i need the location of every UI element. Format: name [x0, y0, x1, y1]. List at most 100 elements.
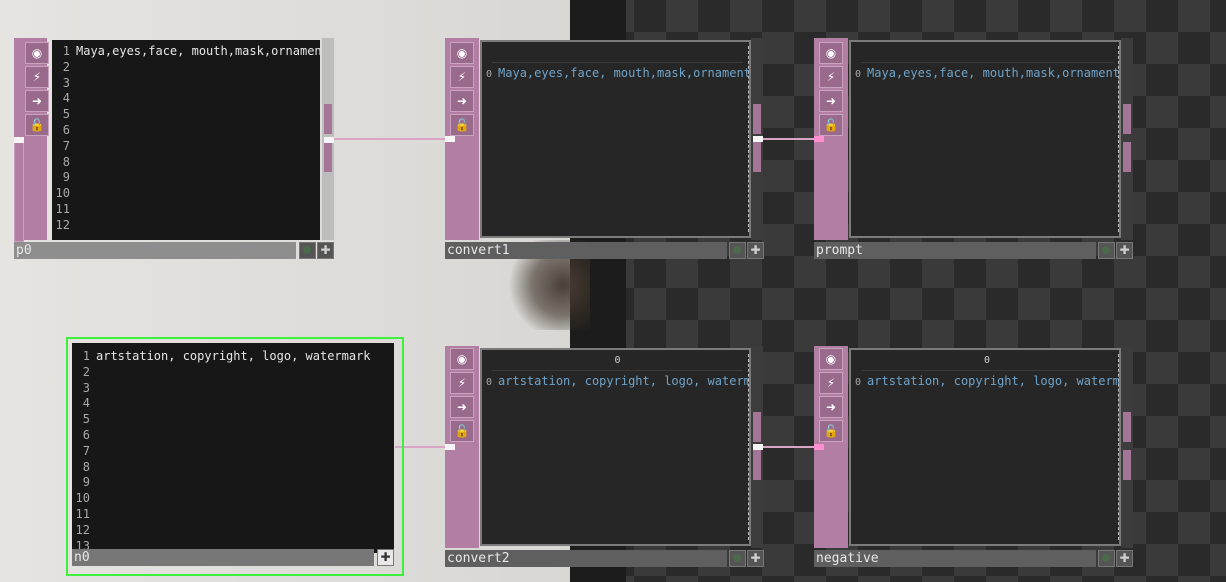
scrollbar-thumb[interactable] [1123, 104, 1131, 134]
text-line[interactable]: 12 [72, 523, 394, 539]
scrollbar-thumb[interactable] [1123, 450, 1131, 480]
scrollbar-thumb[interactable] [753, 104, 761, 134]
node-p0[interactable]: ◉ ⚡ ➜ 🔓 1 Maya,eyes,face, mouth,mask,orna… [14, 38, 334, 260]
node-name-label[interactable]: negative [814, 550, 1096, 567]
viewer-toggle-icon[interactable] [299, 242, 316, 259]
lock-icon[interactable]: 🔓 [25, 114, 49, 136]
node-name-label[interactable]: convert1 [445, 242, 727, 259]
text-line[interactable]: 3 [72, 381, 394, 397]
node-name-label[interactable]: p0 [14, 242, 296, 259]
table-viewer[interactable]: 0 Maya,eyes,face, mouth,mask,ornament [480, 40, 751, 238]
viewer-toggle-icon[interactable] [729, 550, 746, 567]
text-line[interactable]: 8 [52, 155, 320, 171]
node-n0[interactable]: 1 artstation, copyright, logo, watermark 2… [70, 341, 400, 572]
wire-p0-convert1[interactable] [333, 138, 445, 140]
export-icon[interactable]: ➜ [450, 396, 474, 418]
scrollbar[interactable] [1121, 38, 1133, 240]
node-convert2[interactable]: ◉ ⚡ ➜ 🔓 0 0 artstation, copyright, logo, … [445, 346, 764, 568]
add-icon[interactable]: ✚ [747, 242, 764, 259]
wire-convert1-prompt[interactable] [762, 138, 814, 140]
node-negative[interactable]: ◉ ⚡ ➜ 🔓 0 0 artstation, copyright, logo, … [814, 346, 1134, 568]
input-connector[interactable] [14, 137, 24, 143]
export-icon[interactable]: ➜ [819, 90, 843, 112]
node-name-label[interactable]: prompt [814, 242, 1096, 259]
scrollbar-thumb[interactable] [753, 142, 761, 172]
table-viewer[interactable]: 0 Maya,eyes,face, mouth,mask,ornament [849, 40, 1121, 238]
add-icon[interactable]: ✚ [377, 549, 394, 566]
viewer-icon[interactable]: ◉ [25, 42, 49, 64]
input-connector[interactable] [445, 444, 455, 450]
add-icon[interactable]: ✚ [317, 242, 334, 259]
text-editor-n0[interactable]: 1 artstation, copyright, logo, watermark 2… [72, 343, 394, 553]
add-icon[interactable]: ✚ [1116, 550, 1133, 567]
lock-icon[interactable]: 🔓 [450, 420, 474, 442]
text-line[interactable]: 8 [72, 460, 394, 476]
scrollbar-thumb[interactable] [324, 104, 332, 134]
viewer-toggle-icon[interactable] [1098, 242, 1115, 259]
text-line[interactable]: 2 [72, 365, 394, 381]
scrollbar-thumb[interactable] [753, 450, 761, 480]
lock-icon[interactable]: 🔓 [450, 114, 474, 136]
lock-icon[interactable]: 🔓 [819, 420, 843, 442]
text-line[interactable]: 5 [52, 107, 320, 123]
node-prompt[interactable]: ◉ ⚡ ➜ 🔓 0 Maya,eyes,face, mouth,mask,orna… [814, 38, 1134, 260]
scrollbar-thumb[interactable] [1123, 412, 1131, 442]
viewer-icon[interactable]: ◉ [819, 42, 843, 64]
bypass-icon[interactable]: ⚡ [25, 66, 49, 88]
text-line[interactable]: 6 [72, 428, 394, 444]
text-line[interactable]: 1 Maya,eyes,face, mouth,mask,ornament [52, 44, 320, 60]
text-line[interactable]: 9 [52, 170, 320, 186]
add-icon[interactable]: ✚ [747, 550, 764, 567]
scrollbar-thumb[interactable] [324, 142, 332, 172]
lock-icon[interactable]: 🔓 [819, 114, 843, 136]
bypass-icon[interactable]: ⚡ [450, 66, 474, 88]
node-name-label[interactable]: n0 [72, 549, 374, 566]
output-connector[interactable] [753, 136, 763, 142]
wire-convert2-negative[interactable] [762, 446, 814, 448]
text-line[interactable]: 1 artstation, copyright, logo, watermark [72, 349, 394, 365]
text-line[interactable]: 4 [72, 396, 394, 412]
bypass-icon[interactable]: ⚡ [819, 372, 843, 394]
text-line[interactable]: 11 [52, 202, 320, 218]
text-line[interactable]: 3 [52, 76, 320, 92]
text-line[interactable]: 6 [52, 123, 320, 139]
table-viewer[interactable]: 0 0 artstation, copyright, logo, watermar… [480, 348, 751, 546]
node-convert1[interactable]: ◉ ⚡ ➜ 🔓 0 Maya,eyes,face, mouth,mask,orna… [445, 38, 764, 260]
text-line[interactable]: 10 [72, 491, 394, 507]
input-port-bar[interactable] [14, 142, 24, 242]
table-cell[interactable]: 0 artstation, copyright, logo, watermark [486, 374, 749, 388]
text-line[interactable]: 4 [52, 91, 320, 107]
output-connector[interactable] [324, 137, 334, 143]
input-connector[interactable] [814, 136, 824, 142]
bypass-icon[interactable]: ⚡ [819, 66, 843, 88]
viewer-icon[interactable]: ◉ [450, 42, 474, 64]
text-line[interactable]: 2 [52, 60, 320, 76]
output-connector[interactable] [753, 444, 763, 450]
text-line[interactable]: 9 [72, 475, 394, 491]
table-cell[interactable]: 0 Maya,eyes,face, mouth,mask,ornament [855, 66, 1119, 80]
scrollbar-thumb[interactable] [1123, 142, 1131, 172]
text-line[interactable]: 10 [52, 186, 320, 202]
export-icon[interactable]: ➜ [819, 396, 843, 418]
text-line[interactable]: 7 [52, 139, 320, 155]
table-cell[interactable]: 0 artstation, copyright, logo, watermark [855, 374, 1119, 388]
viewer-icon[interactable]: ◉ [450, 348, 474, 370]
table-viewer[interactable]: 0 0 artstation, copyright, logo, watermar… [849, 348, 1121, 546]
input-connector[interactable] [445, 136, 455, 142]
bypass-icon[interactable]: ⚡ [450, 372, 474, 394]
input-connector[interactable] [814, 444, 824, 450]
export-icon[interactable]: ➜ [25, 90, 49, 112]
text-line[interactable]: 11 [72, 507, 394, 523]
text-editor-p0[interactable]: 1 Maya,eyes,face, mouth,mask,ornament 2 3 4 5… [52, 40, 320, 240]
viewer-toggle-icon[interactable] [1098, 550, 1115, 567]
text-line[interactable]: 12 [52, 218, 320, 234]
scrollbar[interactable] [1121, 346, 1133, 548]
viewer-toggle-icon[interactable] [729, 242, 746, 259]
export-icon[interactable]: ➜ [450, 90, 474, 112]
viewer-icon[interactable]: ◉ [819, 348, 843, 370]
add-icon[interactable]: ✚ [1116, 242, 1133, 259]
table-cell[interactable]: 0 Maya,eyes,face, mouth,mask,ornament [486, 66, 749, 80]
node-name-label[interactable]: convert2 [445, 550, 727, 567]
scrollbar-thumb[interactable] [753, 412, 761, 442]
text-line[interactable]: 7 [72, 444, 394, 460]
